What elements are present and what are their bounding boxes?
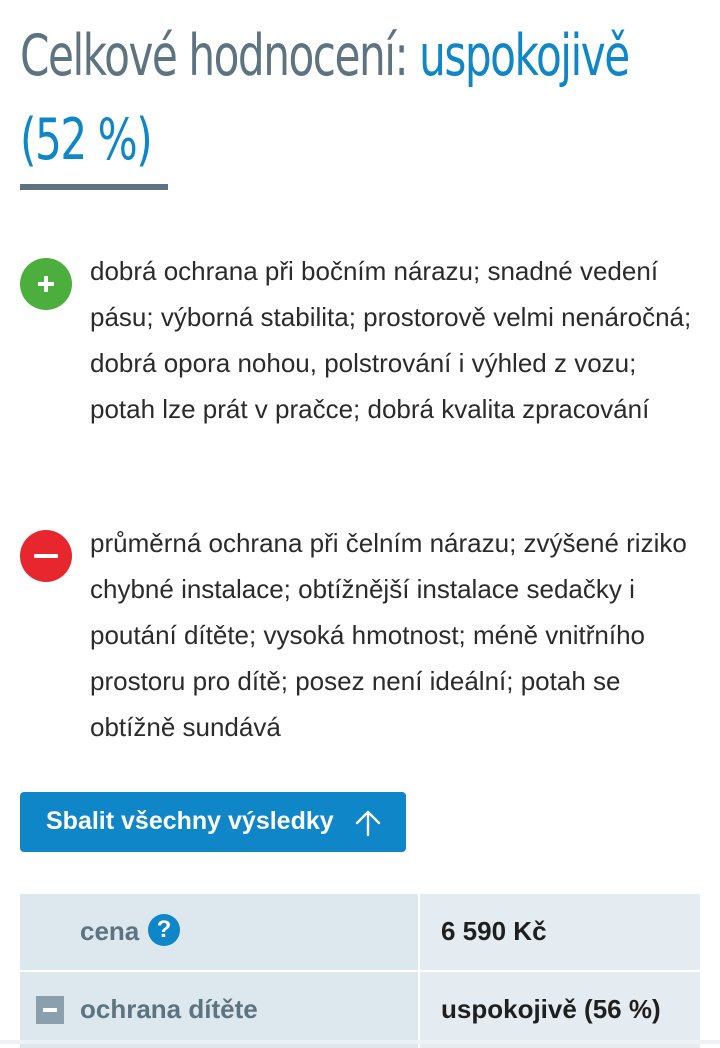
- overall-rating-label: Celkové hodnocení:: [20, 23, 409, 89]
- result-label-cell: ochrana dítěte: [20, 972, 418, 1048]
- overall-rating-percent: (52 %): [20, 107, 153, 173]
- minus-icon: [20, 530, 72, 582]
- heading-underline: [20, 184, 168, 190]
- result-value-cell: 6 590 Kč: [420, 894, 700, 970]
- table-row: cena ? 6 590 Kč: [20, 894, 700, 970]
- bottom-divider: [0, 1040, 720, 1044]
- collapse-all-results-button[interactable]: Sbalit všechny výsledky: [20, 792, 406, 852]
- result-value-cell: uspokojivě (56 %): [420, 972, 700, 1048]
- result-name: cena: [80, 916, 140, 946]
- result-value: 6 590 Kč: [441, 916, 547, 946]
- collapse-icon[interactable]: [36, 996, 64, 1024]
- pros-text: dobrá ochrana při bočním nárazu; snadné …: [90, 256, 692, 424]
- result-label-cell: cena ?: [20, 894, 418, 970]
- overall-rating-heading: Celkové hodnocení: uspokojivě (52 %): [20, 14, 710, 182]
- overall-rating-value: uspokojivě: [419, 23, 630, 89]
- collapse-all-results-label: Sbalit všechny výsledky: [46, 807, 334, 835]
- result-name: ochrana dítěte: [80, 994, 258, 1024]
- help-icon[interactable]: ?: [148, 914, 180, 946]
- cons-text: průměrná ochrana při čelním nárazu; zvýš…: [90, 528, 687, 742]
- result-value: uspokojivě (56 %): [441, 994, 661, 1024]
- table-row[interactable]: ochrana dítěte uspokojivě (56 %): [20, 972, 700, 1048]
- arrow-up-icon: [355, 810, 381, 837]
- plus-icon: [20, 258, 72, 310]
